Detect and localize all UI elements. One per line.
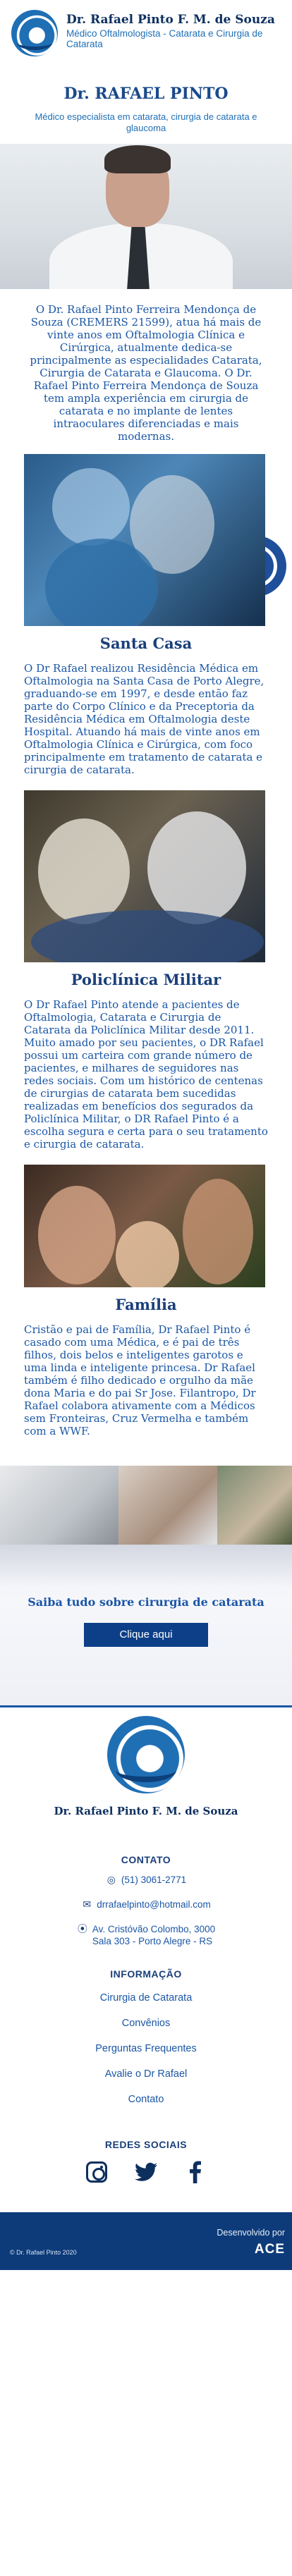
contact-address: ⦿ Av. Cristóvão Colombo, 3000 Sala 303 -… xyxy=(0,1923,292,1947)
cta-title: Saiba tudo sobre cirurgia de catarata xyxy=(28,1595,264,1609)
developer-credit[interactable]: Desenvolvido por ACE xyxy=(217,2228,285,2257)
section-title-santa-casa: Santa Casa xyxy=(99,634,193,652)
santa-casa-image xyxy=(24,454,265,626)
location-pin-icon: ⦿ xyxy=(77,1923,87,1934)
facebook-icon[interactable] xyxy=(183,2160,207,2184)
bottom-bar: © Dr. Rafael Pinto 2020 Desenvolvido por… xyxy=(0,2212,292,2270)
whatsapp-icon: ◎ xyxy=(107,1874,116,1885)
info-link-convenios[interactable]: Convênios xyxy=(0,2018,292,2029)
section-title-policlinica: Policlínica Militar xyxy=(71,971,221,988)
page: Dr. Rafael Pinto F. M. de Souza Médico O… xyxy=(0,0,292,2270)
info-heading: INFORMAÇÃO xyxy=(110,1968,182,1980)
site-header: Dr. Rafael Pinto F. M. de Souza Médico O… xyxy=(0,0,292,65)
twitter-icon[interactable] xyxy=(134,2160,158,2184)
instagram-icon[interactable] xyxy=(85,2160,109,2184)
brand-name[interactable]: Dr. Rafael Pinto F. M. de Souza xyxy=(66,13,284,27)
developer-label: Desenvolvido por xyxy=(217,2228,285,2238)
contact-email[interactable]: ✉ drrafaelpinto@hotmail.com xyxy=(0,1899,292,1910)
info-link-avalie[interactable]: Avalie o Dr Rafael xyxy=(0,2068,292,2080)
intro-subtitle: Médico especialista em catarata, cirurgi… xyxy=(35,111,257,133)
email-text[interactable]: drrafaelpinto@hotmail.com xyxy=(97,1899,211,1910)
familia-image xyxy=(24,1165,265,1287)
gallery-image-1 xyxy=(0,1466,118,1545)
intro-section: Dr. RAFAEL PINTO Médico especialista em … xyxy=(0,85,292,443)
info-link-faq[interactable]: Perguntas Frequentes xyxy=(0,2043,292,2054)
address-line-1: Av. Cristóvão Colombo, 3000 xyxy=(92,1924,216,1934)
email-icon: ✉ xyxy=(83,1899,92,1910)
section-text-familia: Cristão e pai de Família, Dr Rafael Pint… xyxy=(24,1323,256,1437)
social-links xyxy=(0,2160,292,2184)
section-text-policlinica: O Dr Rafael Pinto atende a pacientes de … xyxy=(24,998,268,1151)
page-title: Dr. RAFAEL PINTO xyxy=(63,85,229,103)
info-link-cirurgia[interactable]: Cirurgia de Catarata xyxy=(0,1992,292,2004)
info-link-contato[interactable]: Contato xyxy=(0,2094,292,2105)
familia-section: Família Cristão e pai de Família, Dr Raf… xyxy=(0,1165,292,1437)
policlinica-image xyxy=(24,790,265,962)
contact-heading: CONTATO xyxy=(121,1854,171,1865)
footer-logo-icon[interactable] xyxy=(107,1716,185,1793)
cta-banner: Saiba tudo sobre cirurgia de catarata Cl… xyxy=(0,1545,292,1705)
site-footer: Dr. Rafael Pinto F. M. de Souza CONTATO … xyxy=(0,1705,292,2270)
photo-gallery xyxy=(0,1466,292,1545)
developer-logo[interactable]: ACE xyxy=(217,2242,285,2257)
cta-button[interactable]: Clique aqui xyxy=(84,1623,208,1647)
gallery-image-2 xyxy=(118,1466,217,1545)
logo-icon[interactable] xyxy=(11,10,58,56)
santa-casa-section: Santa Casa O Dr Rafael realizou Residênc… xyxy=(0,454,292,776)
contact-phone[interactable]: ◎ (51) 3061-2771 xyxy=(0,1874,292,1886)
address-line-2: Sala 303 - Porto Alegre - RS xyxy=(92,1936,213,1946)
intro-text: O Dr. Rafael Pinto Ferreira Mendonça de … xyxy=(30,303,262,443)
gallery-image-3 xyxy=(217,1466,292,1545)
footer-brand-name: Dr. Rafael Pinto F. M. de Souza xyxy=(54,1805,238,1817)
address-block: Av. Cristóvão Colombo, 3000 Sala 303 - P… xyxy=(92,1923,215,1947)
phone-text[interactable]: (51) 3061-2771 xyxy=(121,1874,186,1886)
section-text-santa-casa: O Dr Rafael realizou Residência Médica e… xyxy=(24,662,264,776)
copyright: © Dr. Rafael Pinto 2020 xyxy=(10,2249,77,2256)
doctor-portrait-image xyxy=(0,144,292,289)
brand-subtitle: Médico Oftalmologista - Catarata e Cirur… xyxy=(66,28,263,49)
brand-block: Dr. Rafael Pinto F. M. de Souza Médico O… xyxy=(66,10,284,49)
policlinica-section: Policlínica Militar O Dr Rafael Pinto at… xyxy=(0,790,292,1151)
social-heading: REDES SOCIAIS xyxy=(104,2139,188,2150)
section-title-familia: Família xyxy=(115,1296,177,1313)
